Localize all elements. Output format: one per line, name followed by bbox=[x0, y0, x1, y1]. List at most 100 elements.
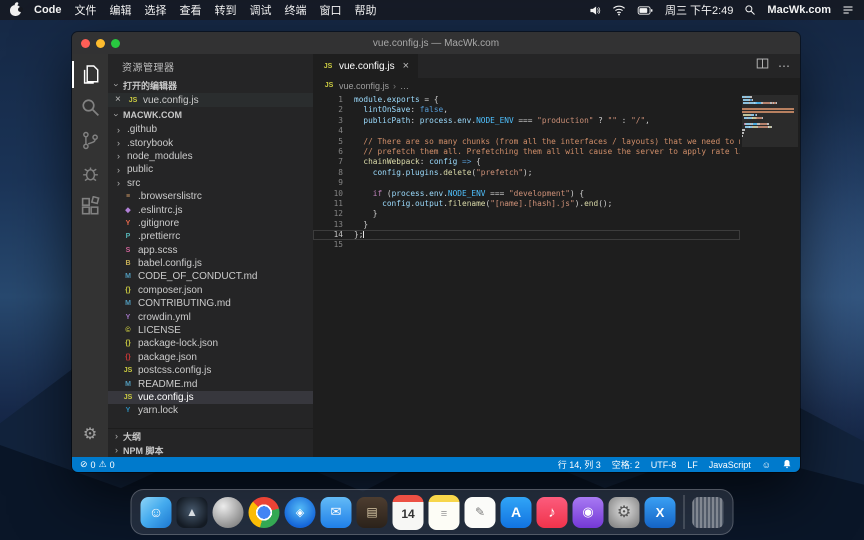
tree-file[interactable]: JSpostcss.config.js bbox=[108, 364, 313, 377]
music-icon[interactable]: ♪ bbox=[537, 497, 568, 528]
mail-icon[interactable]: ✉ bbox=[321, 497, 352, 528]
tree-file[interactable]: Sapp.scss bbox=[108, 244, 313, 257]
finder-icon[interactable]: ☺ bbox=[141, 497, 172, 528]
extensions-icon[interactable] bbox=[72, 190, 108, 223]
xcode-icon[interactable]: X bbox=[645, 497, 676, 528]
minimap[interactable] bbox=[742, 96, 798, 457]
code-line[interactable]: 3 publicPath: process.env.NODE_ENV === "… bbox=[313, 116, 740, 126]
open-editors-header[interactable]: › 打开的编辑器 bbox=[108, 77, 313, 93]
sidebar-section-1[interactable]: ›大纲 bbox=[108, 429, 313, 443]
menubar-menu-4[interactable]: 查看 bbox=[180, 2, 202, 18]
window-title-bar[interactable]: vue.config.js — MacWk.com bbox=[72, 32, 800, 54]
code-line[interactable]: 10 if (process.env.NODE_ENV === "develop… bbox=[313, 189, 740, 199]
settings-gear-icon[interactable]: ⚙ bbox=[72, 418, 108, 451]
apple-menu-icon[interactable] bbox=[10, 5, 21, 16]
search-icon[interactable] bbox=[72, 91, 108, 124]
app-menu-name[interactable]: Code bbox=[34, 4, 62, 16]
tree-folder[interactable]: ›.github bbox=[108, 123, 313, 136]
notification-center-icon[interactable] bbox=[842, 4, 854, 16]
source-control-icon[interactable] bbox=[72, 124, 108, 157]
tab-vue-config-js[interactable]: JS vue.config.js × bbox=[313, 54, 418, 78]
breadcrumb-symbol[interactable]: … bbox=[400, 81, 409, 91]
more-actions-icon[interactable]: ⋯ bbox=[778, 59, 791, 73]
code-line[interactable]: 8 config.plugins.delete("prefetch"); bbox=[313, 168, 740, 178]
minimize-window-button[interactable] bbox=[96, 39, 105, 48]
tree-file[interactable]: Bbabel.config.js bbox=[108, 257, 313, 270]
tree-file[interactable]: Yyarn.lock bbox=[108, 404, 313, 417]
tree-file[interactable]: P.prettierrc bbox=[108, 230, 313, 243]
tree-file[interactable]: {}package-lock.json bbox=[108, 337, 313, 350]
tab-close-icon[interactable]: × bbox=[403, 60, 409, 72]
tree-file[interactable]: MREADME.md bbox=[108, 377, 313, 390]
menubar-menu-6[interactable]: 调试 bbox=[250, 2, 272, 18]
status-item-3[interactable]: UTF-8 bbox=[651, 458, 677, 471]
menubar-menu-5[interactable]: 转到 bbox=[215, 2, 237, 18]
calendar-icon[interactable]: 14 bbox=[393, 495, 424, 530]
notes-icon[interactable]: ≡ bbox=[429, 495, 460, 530]
code-line[interactable]: 4 bbox=[313, 126, 740, 136]
feedback-smiley-icon[interactable]: ☺ bbox=[762, 460, 771, 470]
podcasts-icon[interactable]: ◉ bbox=[573, 497, 604, 528]
code-line[interactable]: 13 } bbox=[313, 220, 740, 230]
code-line[interactable]: 6 // prefetch them all. Prefetching them… bbox=[313, 147, 740, 157]
code-line[interactable]: 1module.exports = { bbox=[313, 95, 740, 105]
debug-icon[interactable] bbox=[72, 157, 108, 190]
notifications-bell-icon[interactable] bbox=[782, 459, 792, 471]
menubar-menu-2[interactable]: 编辑 bbox=[110, 2, 132, 18]
tree-file[interactable]: {}composer.json bbox=[108, 284, 313, 297]
tree-file[interactable]: Ycrowdin.yml bbox=[108, 310, 313, 323]
menu-bar-clock[interactable]: 周三 下午2:49 bbox=[665, 2, 733, 18]
tree-file[interactable]: JSvue.config.js bbox=[108, 391, 313, 404]
menubar-menu-8[interactable]: 窗口 bbox=[320, 2, 342, 18]
tree-file[interactable]: MCONTRIBUTING.md bbox=[108, 297, 313, 310]
tree-file[interactable]: MCODE_OF_CONDUCT.md bbox=[108, 270, 313, 283]
wifi-icon[interactable] bbox=[612, 4, 626, 16]
code-line[interactable]: 14}; bbox=[313, 230, 740, 240]
app-store-icon[interactable]: A bbox=[501, 497, 532, 528]
menubar-menu-3[interactable]: 选择 bbox=[145, 2, 167, 18]
tree-file[interactable]: ≡.browserslistrc bbox=[108, 190, 313, 203]
code-line[interactable]: 2 lintOnSave: false, bbox=[313, 105, 740, 115]
launchpad-icon[interactable]: ▲ bbox=[177, 497, 208, 528]
tree-file[interactable]: {}package.json bbox=[108, 351, 313, 364]
explorer-icon[interactable] bbox=[72, 58, 108, 91]
tree-file[interactable]: ◆.eslintrc.js bbox=[108, 203, 313, 216]
menubar-menu-9[interactable]: 帮助 bbox=[355, 2, 377, 18]
status-item-2[interactable]: 空格: 2 bbox=[612, 458, 640, 471]
split-editor-icon[interactable] bbox=[756, 57, 769, 75]
code-line[interactable]: 5 // There are so many chunks (from all … bbox=[313, 137, 740, 147]
code-editor[interactable]: 1module.exports = {2 lintOnSave: false,3… bbox=[313, 93, 800, 457]
spotlight-icon[interactable] bbox=[744, 4, 756, 16]
tree-folder[interactable]: ›.storybook bbox=[108, 136, 313, 149]
siri-orb-icon[interactable] bbox=[213, 497, 244, 528]
trash-icon[interactable] bbox=[693, 497, 724, 528]
safari-icon[interactable]: ◈ bbox=[285, 497, 316, 528]
problems-indicator[interactable]: ⊘ 0 ⚠ 0 bbox=[80, 459, 115, 470]
project-root-header[interactable]: › MACWK.COM bbox=[108, 107, 313, 123]
tree-folder[interactable]: ›src bbox=[108, 177, 313, 190]
close-window-button[interactable] bbox=[81, 39, 90, 48]
textedit-icon[interactable]: ✎ bbox=[465, 497, 496, 528]
tree-folder[interactable]: ›node_modules bbox=[108, 150, 313, 163]
code-line[interactable]: 11 config.output.filename("[name].[hash]… bbox=[313, 199, 740, 209]
zoom-window-button[interactable] bbox=[111, 39, 120, 48]
books-icon[interactable]: ▤ bbox=[357, 497, 388, 528]
close-editor-icon[interactable]: × bbox=[115, 95, 123, 105]
status-item-1[interactable]: 行 14, 列 3 bbox=[558, 458, 601, 471]
tree-file[interactable]: Y.gitignore bbox=[108, 217, 313, 230]
status-item-4[interactable]: LF bbox=[687, 458, 698, 471]
status-item-5[interactable]: JavaScript bbox=[709, 458, 751, 471]
tree-folder[interactable]: ›public bbox=[108, 163, 313, 176]
breadcrumb[interactable]: JS vue.config.js › … bbox=[313, 78, 800, 93]
breadcrumb-file[interactable]: vue.config.js bbox=[339, 81, 389, 91]
battery-icon[interactable] bbox=[637, 5, 654, 16]
menubar-menu-7[interactable]: 终端 bbox=[285, 2, 307, 18]
open-editor-item[interactable]: ×JSvue.config.js bbox=[108, 93, 313, 107]
menubar-menu-1[interactable]: 文件 bbox=[75, 2, 97, 18]
code-line[interactable]: 12 } bbox=[313, 209, 740, 219]
volume-icon[interactable] bbox=[588, 4, 601, 17]
code-line[interactable]: 7 chainWebpack: config => { bbox=[313, 157, 740, 167]
code-line[interactable]: 9 bbox=[313, 178, 740, 188]
code-line[interactable]: 15 bbox=[313, 240, 740, 250]
tree-file[interactable]: ©LICENSE bbox=[108, 324, 313, 337]
